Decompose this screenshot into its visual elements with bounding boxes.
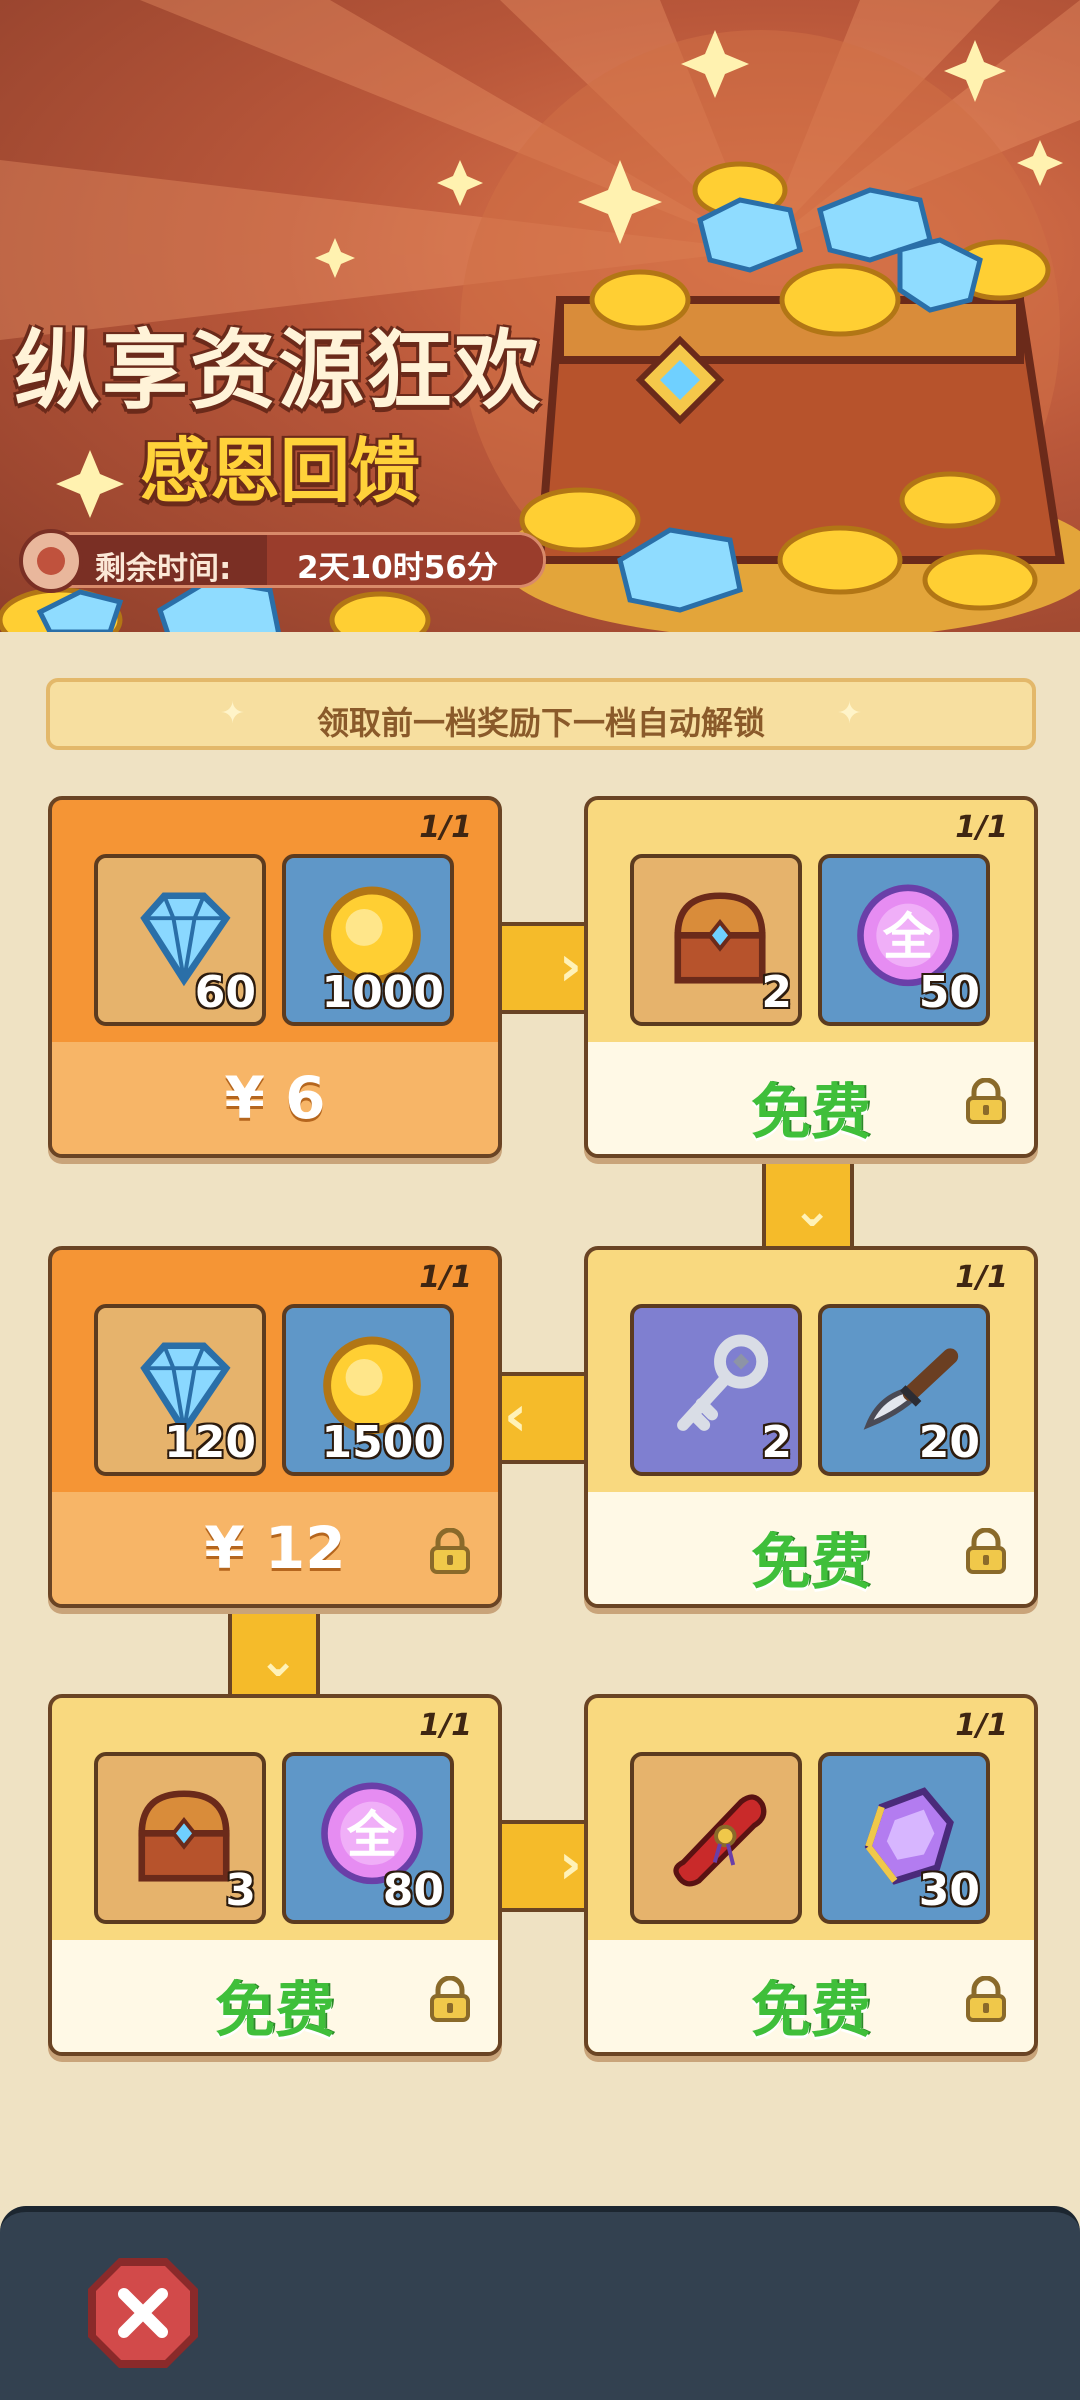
reward-slot[interactable]: 30	[818, 1752, 990, 1924]
tier-footer: 免费	[588, 1940, 1034, 2052]
timer-value: 2天10时56分	[297, 550, 498, 586]
sparkle-icon: ✦	[836, 696, 862, 731]
reward-quantity: 1000	[321, 967, 444, 1018]
reward-quantity: 30	[918, 1865, 980, 1916]
svg-text:全: 全	[882, 907, 934, 966]
bottom-bar	[0, 2206, 1080, 2400]
lock-icon	[966, 1078, 1006, 1124]
tier-footer: ¥ 12	[52, 1492, 498, 1604]
timer-label: 剩余时间:	[95, 551, 232, 587]
tier-claim-count: 1/1	[955, 1708, 1008, 1743]
reward-slot[interactable]: 全 50	[818, 854, 990, 1026]
reward-quantity: 1500	[321, 1417, 444, 1468]
tier-claim-count: 1/1	[419, 1708, 472, 1743]
close-icon[interactable]	[84, 2254, 202, 2372]
connector-arrow-down	[228, 1608, 320, 1698]
reward-tier-3[interactable]: 1/1 2 20 免费	[584, 1246, 1038, 1608]
svg-text:全: 全	[346, 1805, 398, 1864]
reward-quantity: 2	[761, 967, 792, 1018]
unlock-hint-bar: ✦ 领取前一档奖励下一档自动解锁 ✦	[46, 678, 1036, 750]
scroll-icon	[673, 1794, 767, 1887]
reward-quantity: 120	[164, 1417, 256, 1468]
event-title: 纵享资源狂欢	[14, 321, 542, 421]
timer-value-box: 2天10时56分	[267, 535, 543, 586]
purchase-price-button[interactable]: ¥ 6	[52, 1064, 498, 1132]
countdown-timer: 剩余时间: 2天10时56分	[19, 529, 546, 593]
reward-quantity: 50	[918, 967, 980, 1018]
unlock-hint-text: 领取前一档奖励下一档自动解锁	[316, 704, 765, 742]
stopwatch-icon	[19, 529, 83, 593]
reward-quantity: 20	[918, 1417, 980, 1468]
connector-arrow-right	[500, 1820, 586, 1912]
tier-claim-count: 1/1	[419, 810, 472, 845]
reward-slot[interactable]: 1500	[282, 1304, 454, 1476]
event-banner: 纵享资源狂欢 感恩回馈 剩余时间: 2天10时56分	[0, 0, 1080, 632]
reward-quantity: 80	[382, 1865, 444, 1916]
tier-claim-count: 1/1	[419, 1260, 472, 1295]
lock-icon	[966, 1976, 1006, 2022]
reward-slot[interactable]: 全 80	[282, 1752, 454, 1924]
tier-claim-count: 1/1	[955, 810, 1008, 845]
reward-quantity: 60	[194, 967, 256, 1018]
lock-icon	[966, 1528, 1006, 1574]
connector-arrow-down	[762, 1158, 854, 1248]
tier-footer: 免费	[52, 1940, 498, 2052]
reward-slot[interactable]: 20	[818, 1304, 990, 1476]
reward-slot[interactable]: 60	[94, 854, 266, 1026]
reward-slot[interactable]: 2	[630, 1304, 802, 1476]
lock-icon	[430, 1528, 470, 1574]
reward-slot[interactable]: 1000	[282, 854, 454, 1026]
reward-slot[interactable]: 3	[94, 1752, 266, 1924]
tier-footer: 免费	[588, 1492, 1034, 1604]
reward-tier-1[interactable]: 1/1 60 1000 ¥ 6	[48, 796, 502, 1158]
event-subtitle: 感恩回馈	[140, 430, 420, 512]
tier-claim-count: 1/1	[955, 1260, 1008, 1295]
connector-arrow-right	[500, 922, 586, 1014]
reward-tier-6[interactable]: 1/1 30 免费	[584, 1694, 1038, 2056]
reward-tier-4[interactable]: 1/1 120 1500 ¥ 12	[48, 1246, 502, 1608]
reward-slot[interactable]	[630, 1752, 802, 1924]
reward-quantity: 3	[225, 1865, 256, 1916]
reward-tier-2[interactable]: 1/1 2 全 50 免费	[584, 796, 1038, 1158]
reward-slot[interactable]: 120	[94, 1304, 266, 1476]
reward-tier-5[interactable]: 1/1 3 全 80 免费	[48, 1694, 502, 2056]
lock-icon	[430, 1976, 470, 2022]
connector-arrow-left	[500, 1372, 586, 1464]
tier-footer: 免费	[588, 1042, 1034, 1154]
reward-quantity: 2	[761, 1417, 792, 1468]
tier-footer: ¥ 6	[52, 1042, 498, 1154]
reward-slot[interactable]: 2	[630, 854, 802, 1026]
